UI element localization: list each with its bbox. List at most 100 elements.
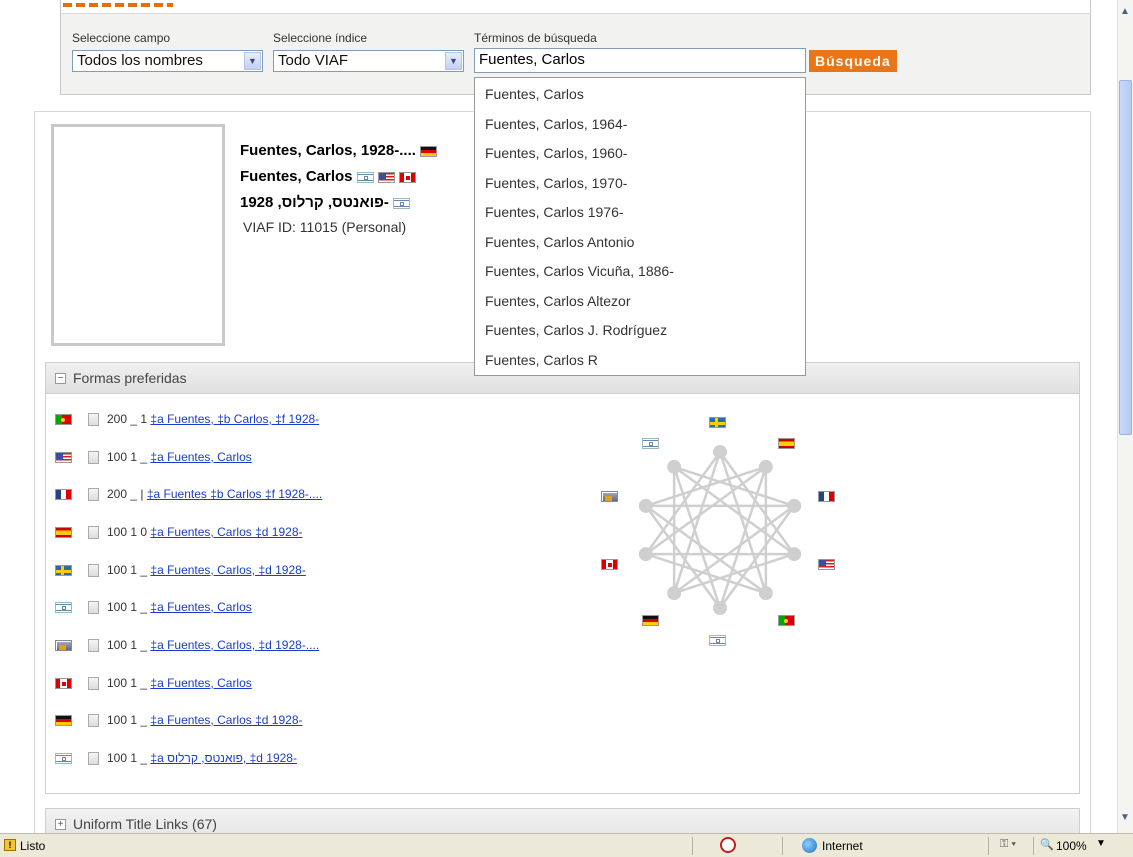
marc-record-icon[interactable] [88,601,99,615]
marc-code: 100 1 _ [107,638,148,652]
list-item: 200 _ | ‡a Fuentes ‡b Carlos ‡f 1928-...… [55,487,322,503]
scroll-up-icon[interactable]: ▲ [1120,6,1130,17]
graph-node-us[interactable] [787,547,802,562]
heading-link[interactable]: ‡a Fuentes, Carlos [150,600,251,614]
suggestion-item[interactable]: Fuentes, Carlos 1976- [485,204,624,220]
graph-node-es[interactable] [758,459,773,474]
sweden-flag-icon[interactable] [709,414,726,432]
library-icon[interactable] [601,488,618,506]
marc-code: 100 1 0 [107,525,148,539]
chevron-down-icon[interactable]: ▼ [445,52,462,70]
search-panel-header [60,0,1091,14]
zoom-icon[interactable]: 🔍 [1040,838,1054,851]
heading-link[interactable]: ‡a Fuentes, Carlos ‡d 1928- [150,713,302,727]
chevron-down-icon[interactable]: ▼ [244,52,261,70]
spain-flag-icon[interactable] [778,435,795,453]
marc-record-icon[interactable] [88,639,99,653]
graph-node-il[interactable] [713,601,727,615]
marc-record-icon[interactable] [88,714,99,728]
heading-2-text: Fuentes, Carlos [240,168,353,185]
suggestion-item[interactable]: Fuentes, Carlos, 1960- [485,145,627,161]
index-select-value: Todo VIAF [278,52,349,69]
list-item: 100 1 _ ‡a Fuentes, Carlos [55,676,252,692]
scrollbar-thumb[interactable] [1119,80,1132,435]
search-button[interactable]: Búsqueda [809,50,897,72]
graph-node-pt[interactable] [758,586,773,601]
graph-node-fr[interactable] [787,498,802,513]
usa-flag-icon[interactable] [818,556,835,574]
field-select-value: Todos los nombres [77,52,203,69]
usa-flag-icon [377,171,395,183]
germany-flag-icon [55,715,72,727]
sweden-flag-icon [55,565,72,577]
graph-node-il[interactable] [667,459,682,474]
suggestion-item[interactable]: Fuentes, Carlos Vicuña, 1886- [485,263,674,279]
heading-1-text: Fuentes, Carlos, 1928-.... [240,142,416,159]
canada-flag-icon[interactable] [601,556,618,574]
heading-link[interactable]: ‡a Fuentes, Carlos [150,450,251,464]
search-input[interactable]: Fuentes, Carlos [474,48,806,73]
heading-2: Fuentes, Carlos [240,168,417,185]
collapse-icon[interactable]: − [55,373,66,384]
viaf-id: VIAF ID: 11015 (Personal) [243,219,407,235]
list-item: 100 1 0 ‡a Fuentes, Carlos ‡d 1928- [55,525,302,541]
suggestion-item[interactable]: Fuentes, Carlos R [485,352,598,368]
list-item: 100 1 _ ‡a Fuentes, Carlos [55,450,252,466]
security-icon[interactable]: ⚿ ▾ [1000,838,1016,851]
expand-icon[interactable]: + [55,819,66,830]
suggestion-item[interactable]: Fuentes, Carlos Antonio [485,234,634,250]
marc-record-icon[interactable] [88,752,99,766]
heading-link[interactable]: ‡a Fuentes, Carlos, ‡d 1928-.... [150,638,319,652]
heading-link[interactable]: ‡a Fuentes ‡b Carlos ‡f 1928-.... [147,487,322,501]
list-item: 200 _ 1 ‡a Fuentes, ‡b Carlos, ‡f 1928- [55,412,319,428]
france-flag-icon[interactable] [818,488,835,506]
marc-record-icon[interactable] [88,564,99,578]
marc-code: 100 1 _ [107,676,148,690]
marc-record-icon[interactable] [88,451,99,465]
graph-node-se[interactable] [713,445,727,459]
portugal-flag-icon[interactable] [778,612,795,630]
marc-record-icon[interactable] [88,526,99,540]
heading-1: Fuentes, Carlos, 1928-.... [240,142,438,159]
marc-record-icon[interactable] [88,677,99,691]
search-input-value: Fuentes, Carlos [479,51,585,68]
heading-link[interactable]: ‡a Fuentes, Carlos [150,676,251,690]
germany-flag-icon[interactable] [642,612,659,630]
israel-flag-icon[interactable] [642,435,659,453]
list-item: 100 1 _ ‡a Fuentes, Carlos [55,600,252,616]
heading-link[interactable]: ‡a Fuentes, ‡b Carlos, ‡f 1928- [150,412,319,426]
graph-node-ca[interactable] [638,547,653,562]
graph-node-lib[interactable] [638,498,653,513]
israel-flag-icon[interactable] [709,632,726,650]
usa-flag-icon [55,452,72,464]
chevron-down-icon[interactable]: ▼ [1096,838,1106,849]
index-select[interactable]: Todo VIAF ▼ [273,50,464,72]
suggestion-item[interactable]: Fuentes, Carlos J. Rodríguez [485,322,667,338]
list-item: 100 1 _ ‡a Fuentes, Carlos ‡d 1928- [55,713,302,729]
zoom-level[interactable]: 100% [1056,839,1087,853]
zone-label: Internet [822,839,863,853]
warning-icon[interactable]: ! [4,839,16,851]
privacy-icon[interactable] [720,837,736,853]
heading-link[interactable]: ‡a Fuentes, Carlos ‡d 1928- [150,525,302,539]
suggestion-item[interactable]: Fuentes, Carlos Altezor [485,293,631,309]
search-panel-title-cut [63,3,173,7]
israel-flag-icon [393,197,411,209]
marc-code: 100 1 _ [107,751,148,765]
heading-3-text: פואנטס, קרלוס, 1928- [240,194,389,211]
heading-link[interactable]: ‡a Fuentes, Carlos, ‡d 1928- [150,563,305,577]
uniform-title-label: Uniform Title Links (67) [73,816,217,832]
scroll-down-icon[interactable]: ▼ [1120,812,1130,823]
suggestion-item[interactable]: Fuentes, Carlos [485,86,584,102]
library-icon [55,640,72,652]
field-select[interactable]: Todos los nombres ▼ [72,50,263,72]
marc-code: 200 _ 1 [107,412,148,426]
suggestion-item[interactable]: Fuentes, Carlos, 1970- [485,175,627,191]
heading-link[interactable]: ‡a פואנטס, קרלוס, ‡d 1928- [150,751,297,765]
suggestion-item[interactable]: Fuentes, Carlos, 1964- [485,116,627,132]
marc-code: 100 1 _ [107,450,148,464]
marc-record-icon[interactable] [88,413,99,427]
search-terms-label: Términos de búsqueda [474,31,597,45]
graph-node-de[interactable] [667,586,682,601]
marc-record-icon[interactable] [88,488,99,502]
